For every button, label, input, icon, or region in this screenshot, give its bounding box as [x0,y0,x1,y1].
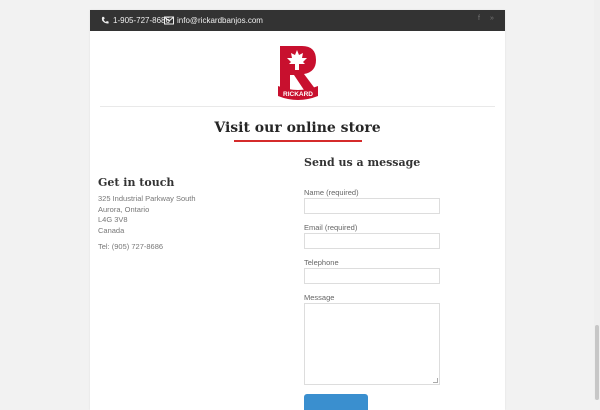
rickard-logo[interactable]: RICKARD [276,42,320,102]
email-label: Email (required) [304,223,358,232]
scrollbar-thumb[interactable] [595,325,599,400]
message-label: Message [304,293,335,302]
contact-heading: Get in touch [98,176,175,189]
phone-icon [101,16,109,24]
address-line: 325 Industrial Parkway South [98,194,196,203]
form-heading: Send us a message [304,156,421,169]
telephone-text: Tel: (905) 727-8686 [98,242,164,251]
page-container: 1-905-727-8686 info@rickardbanjos.com f … [90,10,505,410]
page-scrollbar[interactable] [594,0,600,400]
resize-handle[interactable] [433,378,438,383]
message-textarea[interactable] [304,303,440,385]
header-divider [100,106,495,107]
top-bar: 1-905-727-8686 info@rickardbanjos.com f … [90,10,505,31]
logo-text: RICKARD [283,91,313,98]
address-line: Aurora, Ontario [98,204,150,214]
email-input[interactable] [304,233,440,249]
facebook-icon[interactable]: f [478,15,480,22]
telephone-input[interactable] [304,268,440,284]
share-icon[interactable]: » [490,15,494,22]
name-label: Name (required) [304,188,359,197]
store-link-underline [234,140,362,142]
address-block: 325 Industrial Parkway South Aurora, Ont… [98,194,196,236]
envelope-icon [164,16,174,25]
name-input[interactable] [304,198,440,214]
address-line: Canada [98,225,125,235]
phone-number: 1-905-727-8686 [113,16,170,25]
email-contact[interactable]: info@rickardbanjos.com [164,16,263,25]
submit-button[interactable] [304,394,368,410]
address-line: L4G 3V8 [98,215,128,224]
telephone-label: Telephone [304,258,339,267]
email-address: info@rickardbanjos.com [177,16,263,25]
phone-contact[interactable]: 1-905-727-8686 [100,16,170,25]
online-store-link[interactable]: Visit our online store [90,120,505,136]
